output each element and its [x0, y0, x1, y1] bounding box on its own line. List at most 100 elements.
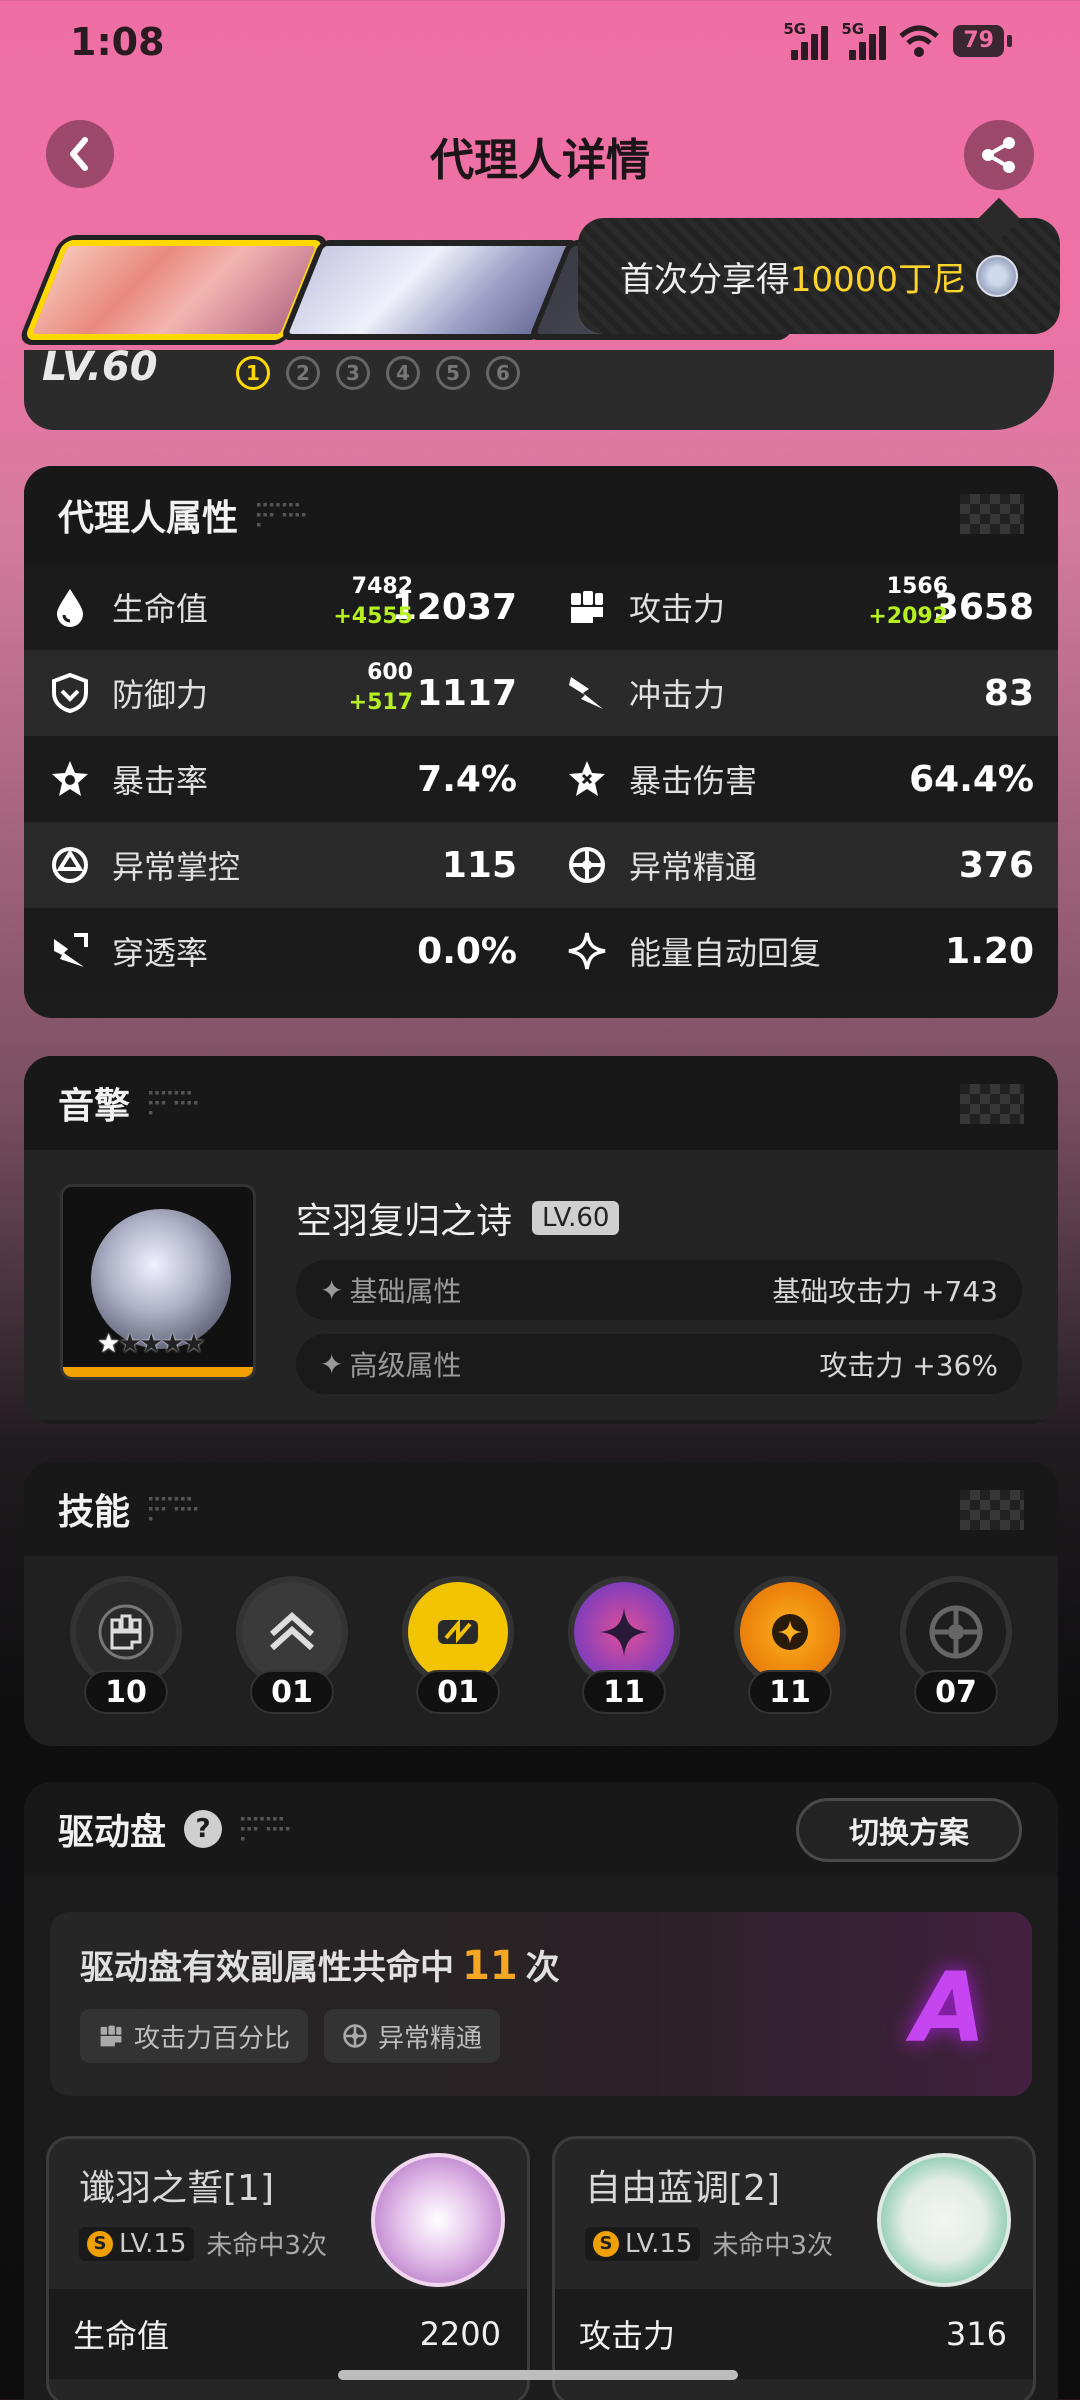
skill-assist[interactable]: 01: [400, 1576, 516, 1726]
checker-icon: [960, 494, 1024, 534]
skill-level: 11: [748, 1670, 832, 1714]
switch-loadout-button[interactable]: 切换方案: [796, 1798, 1022, 1862]
skill-core[interactable]: 07: [898, 1576, 1014, 1726]
engine-art: [91, 1209, 231, 1349]
attr-label: 防御力: [112, 676, 209, 714]
attr-label: 异常精通: [629, 848, 758, 886]
mindscape-dot[interactable]: 4: [386, 356, 420, 390]
shield-icon: [50, 673, 90, 713]
skill-basic-attack[interactable]: 10: [68, 1576, 184, 1726]
engine-level: LV.60: [532, 1201, 620, 1235]
agent-level: LV.60: [42, 344, 158, 390]
attr-atk[interactable]: 攻击力 1566 +2092 3658: [541, 564, 1058, 650]
disc-card-1[interactable]: 谶羽之誓[1] S LV.15 未命中3次 生命值 2200: [46, 2136, 530, 2400]
attr-row: 穿透率 0.0% 能量自动回复 1.20: [24, 908, 1058, 994]
anomaly-proficiency-icon: [343, 2024, 367, 2048]
mindscape-dot[interactable]: 5: [436, 356, 470, 390]
home-indicator[interactable]: [338, 2370, 738, 2380]
attr-value: 0.0%: [417, 930, 517, 972]
attr-row: 防御力 600 +517 1117 冲击力 83: [24, 650, 1058, 736]
attr-pen-ratio[interactable]: 穿透率 0.0%: [24, 908, 541, 994]
attr-value: 83: [983, 672, 1034, 714]
skill-level: 10: [84, 1670, 168, 1714]
checker-icon: [960, 1084, 1024, 1124]
skill-level: 01: [416, 1670, 500, 1714]
skills-list: 10 01 01 11 11 07: [24, 1556, 1058, 1746]
engine-image[interactable]: ★★★★★: [60, 1184, 256, 1380]
status-time: 1:08: [70, 20, 165, 64]
rank-s-icon: S: [87, 2230, 113, 2257]
fist-icon: [567, 587, 607, 627]
disc-miss: 未命中3次: [206, 2231, 327, 2261]
signal-icon: 5G: [783, 20, 829, 60]
section-title: 音擎: [58, 1086, 131, 1127]
stat-value: 攻击力 +36%: [819, 1349, 998, 1382]
attr-label: 暴击率: [112, 762, 209, 800]
disc-miss: 未命中3次: [712, 2231, 833, 2261]
attr-crit-rate[interactable]: 暴击率 7.4%: [24, 736, 541, 822]
disc-card-2[interactable]: 自由蓝调[2] S LV.15 未命中3次 攻击力 316: [552, 2136, 1036, 2400]
tooltip-text: 首次分享得: [619, 259, 790, 300]
effective-stat-chips: 攻击力百分比 异常精通: [80, 2009, 1002, 2063]
disc-level-tag: S LV.15: [79, 2226, 195, 2261]
stat-label: 基础属性: [349, 1275, 462, 1308]
stat-value: 基础攻击力 +743: [772, 1275, 998, 1308]
checker-icon: [960, 1490, 1024, 1530]
mindscape-dot[interactable]: 2: [286, 356, 320, 390]
attr-value: 7.4%: [417, 758, 517, 800]
disc-name: 自由蓝调[2]: [585, 2168, 780, 2209]
share-button[interactable]: [964, 120, 1034, 190]
attr-crit-dmg[interactable]: 暴击伤害 64.4%: [541, 736, 1058, 822]
skill-dodge[interactable]: 01: [234, 1576, 350, 1726]
engine-name: 空羽复归之诗: [296, 1201, 513, 1242]
attr-label: 异常掌控: [112, 848, 241, 886]
attr-label: 生命值: [112, 590, 209, 628]
attr-def[interactable]: 防御力 600 +517 1117: [24, 650, 541, 736]
attr-anomaly-mastery[interactable]: 异常掌控 115: [24, 822, 541, 908]
skill-chain[interactable]: 11: [732, 1576, 848, 1726]
agent-avatar-selected[interactable]: [23, 240, 325, 340]
disc-main-stat: 攻击力 316: [555, 2289, 1033, 2379]
sparkle-icon: ✦: [320, 1273, 344, 1307]
hits-count: 11: [462, 1943, 518, 1989]
disc-name: 谶羽之誓[1]: [79, 2168, 274, 2209]
sparkle-icon: ✦: [320, 1347, 344, 1381]
status-icons: 5G 5G 79: [783, 20, 1012, 60]
engine-info: 空羽复归之诗 LV.60 ✦ 基础属性 基础攻击力 +743 ✦ 高级属性 攻击…: [296, 1184, 1022, 1394]
wifi-icon: [899, 25, 940, 57]
sparkle-icon: [567, 931, 607, 971]
help-icon[interactable]: ?: [184, 1810, 223, 1848]
crit-damage-icon: [567, 759, 607, 799]
deco-text-icon: ▪▪▪▪▪▪▪ ▪▪▪ ▪▪▪▪ ▪: [148, 1088, 200, 1118]
attributes-card: 代理人属性 ▪▪▪▪▪▪▪ ▪▪▪ ▪▪▪▪ ▪ 生命值 7482 +4555 12…: [24, 466, 1058, 1018]
attr-row: 异常掌控 115 异常精通 376: [24, 822, 1058, 908]
engine-adv-stat: ✦ 高级属性 攻击力 +36%: [296, 1334, 1022, 1394]
attr-energy-regen[interactable]: 能量自动回复 1.20: [541, 908, 1058, 994]
signal-icon-2: 5G: [841, 20, 887, 60]
agent-level-strip: [24, 350, 1054, 430]
mindscape-dot[interactable]: 6: [486, 356, 520, 390]
disc-level-row: S LV.15 未命中3次: [79, 2225, 327, 2262]
skill-level: 11: [582, 1670, 666, 1714]
skill-special[interactable]: 11: [566, 1576, 682, 1726]
attr-value: 1117: [416, 672, 517, 714]
mindscape-dot[interactable]: 1: [236, 356, 270, 390]
attr-hp[interactable]: 生命值 7482 +4555 12037: [24, 564, 541, 650]
substat-hits-panel: 驱动盘有效副属性共命中 11 次 攻击力百分比 异常精通 A: [50, 1912, 1032, 2096]
skill-level: 07: [914, 1670, 998, 1714]
mindscape-dot[interactable]: 3: [336, 356, 370, 390]
refinement-stars-icon: ★★★★★: [97, 1329, 206, 1359]
section-title: 技能: [58, 1492, 131, 1533]
rank-s-icon: S: [593, 2230, 619, 2257]
attr-label: 攻击力: [629, 590, 726, 628]
skill-level: 01: [250, 1670, 334, 1714]
attributes-header: 代理人属性 ▪▪▪▪▪▪▪ ▪▪▪ ▪▪▪▪ ▪: [24, 466, 1058, 564]
attr-impact[interactable]: 冲击力 83: [541, 650, 1058, 736]
stat-label: 高级属性: [349, 1349, 462, 1382]
anomaly-mastery-icon: [50, 845, 90, 885]
impact-icon: [567, 673, 607, 713]
attr-breakdown: 7482 +4555: [333, 574, 413, 629]
disc-set-icon: [371, 2153, 505, 2287]
attr-anomaly-proficiency[interactable]: 异常精通 376: [541, 822, 1058, 908]
crit-rate-icon: [50, 759, 90, 799]
